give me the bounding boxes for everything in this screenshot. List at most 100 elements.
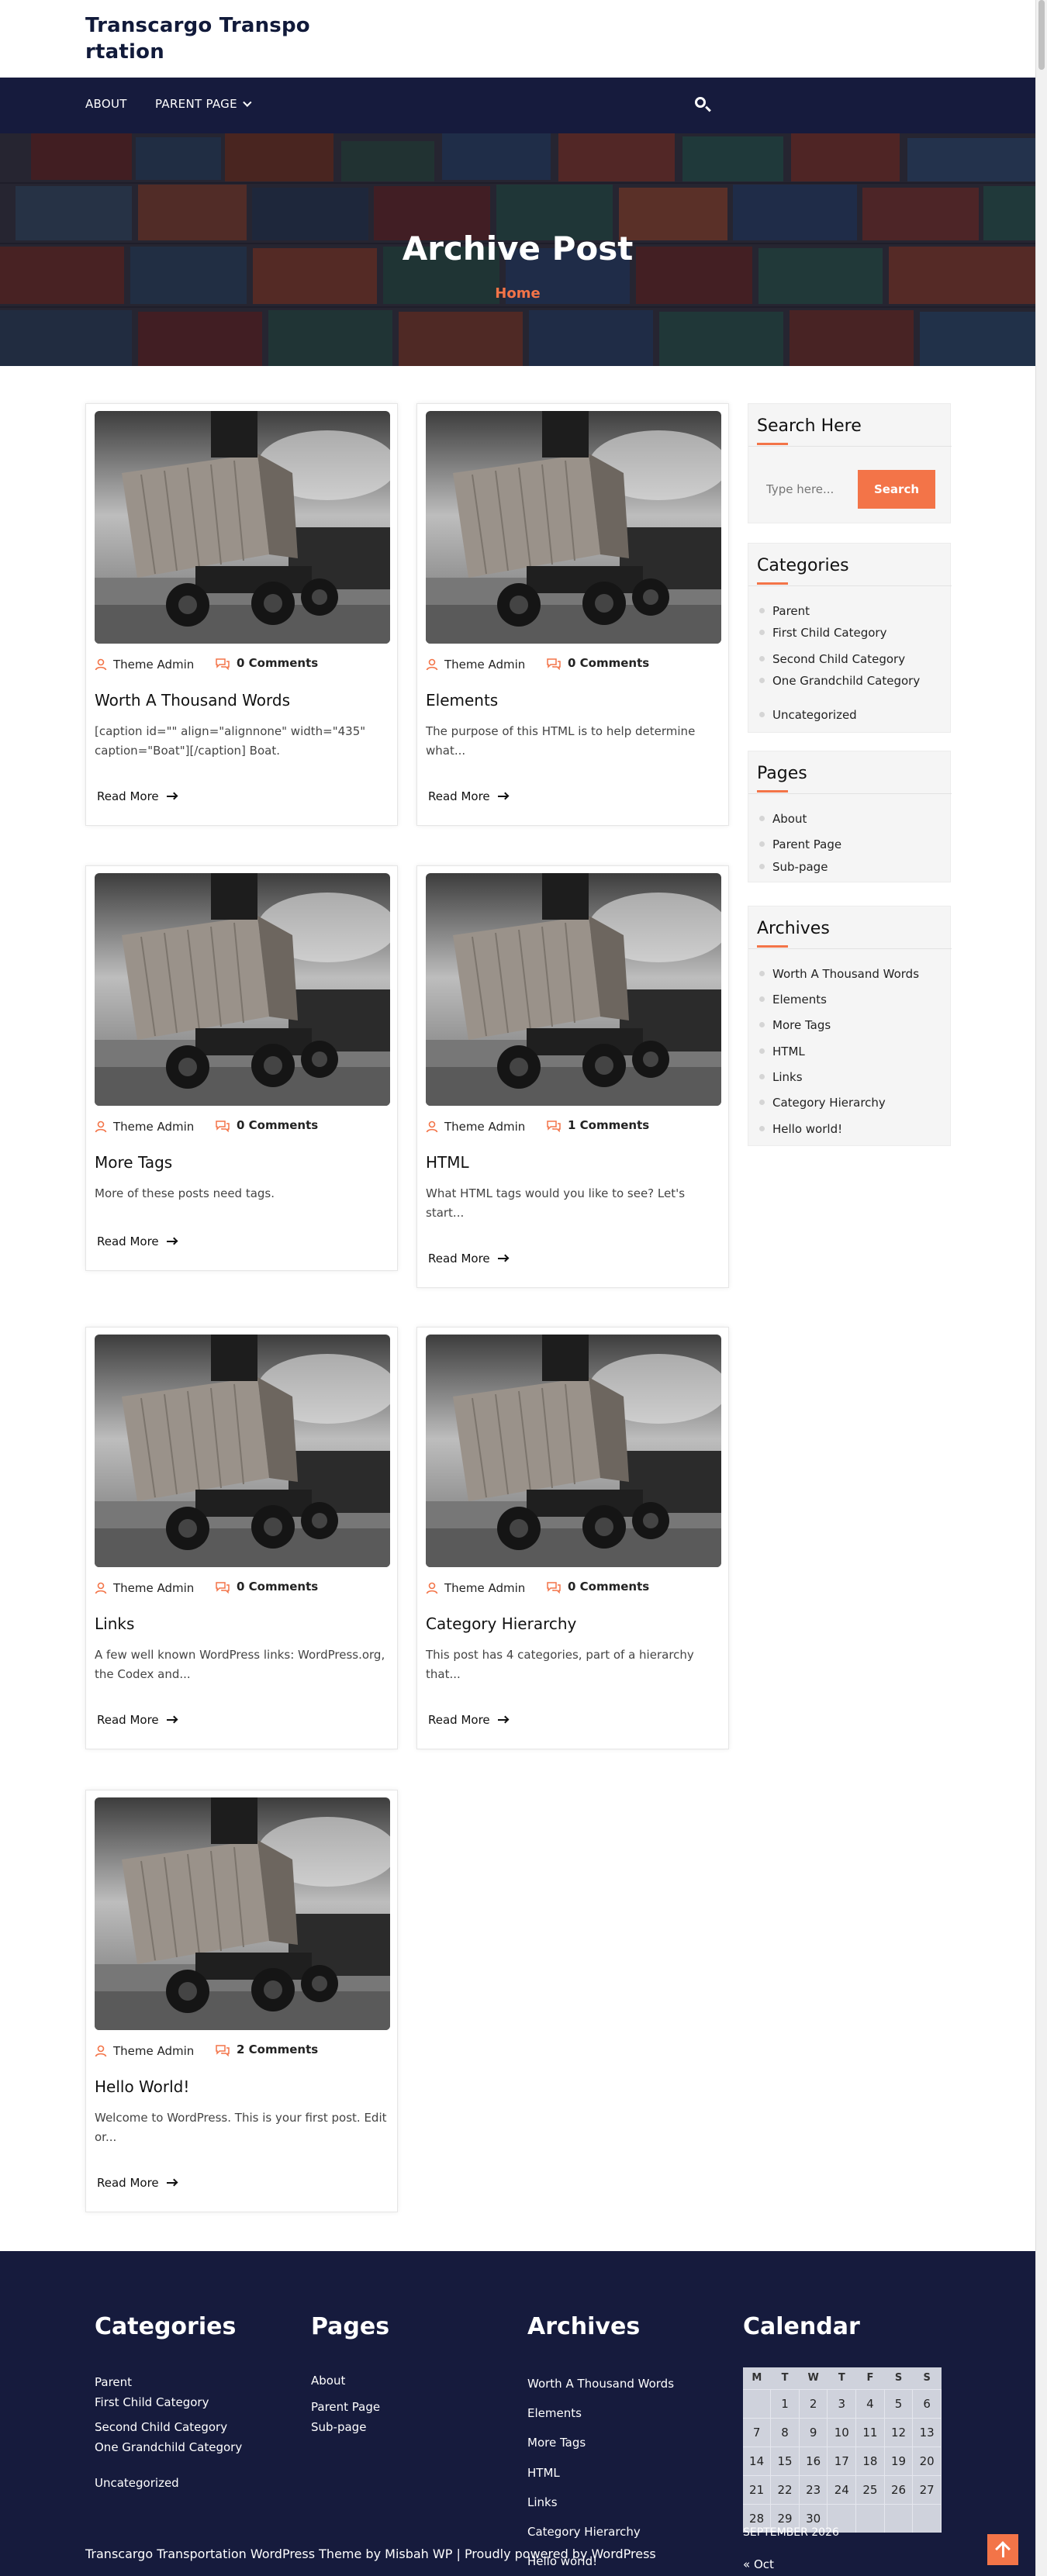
post-excerpt: This post has 4 categories, part of a hi… [426,1648,694,1681]
archive-link-label: More Tags [772,1018,831,1032]
footer-page-link-label: About [311,2374,346,2388]
post-thumbnail[interactable] [426,411,721,644]
read-more-link[interactable]: Read More [97,1713,176,1727]
post-author[interactable]: Theme Admin [444,1581,525,1595]
site-footer: Categories Pages Archives Calendar Paren… [0,2251,1035,2576]
search-icon[interactable] [693,95,713,115]
post-comments[interactable]: 0 Comments [568,656,649,670]
post-comments[interactable]: 0 Comments [237,1580,318,1594]
site-title[interactable]: Transcargo Transpo rtation [85,12,310,65]
post-author[interactable]: Theme Admin [113,2044,194,2058]
footer-category-item[interactable]: Second Child Category [95,2420,227,2434]
post-comments[interactable]: 0 Comments [237,656,318,670]
post-title[interactable]: Worth A Thousand Words [95,691,390,710]
post-title[interactable]: Category Hierarchy [426,1614,721,1633]
footer-archive-link-item[interactable]: Category Hierarchy [527,2525,641,2539]
post-author[interactable]: Theme Admin [444,658,525,672]
category-label: One Grandchild Category [772,674,921,688]
post-thumbnail[interactable] [95,873,390,1106]
footer-archive-link-item[interactable]: HTML [527,2466,560,2480]
footer-category-item[interactable]: Uncategorized [95,2476,179,2490]
page-link-item[interactable]: Sub-page [759,860,828,874]
post-comments[interactable]: 0 Comments [568,1580,649,1594]
calendar-day: 18 [855,2446,885,2475]
post-author[interactable]: Theme Admin [113,1120,194,1134]
archive-link-item[interactable]: Hello world! [759,1122,842,1136]
post-title[interactable]: More Tags [95,1153,390,1172]
page-link-label: About [772,812,807,826]
footer-category-item[interactable]: First Child Category [95,2395,209,2409]
bullet-icon [759,971,765,976]
footer-page-link-item[interactable]: About [311,2374,345,2388]
archive-link-item[interactable]: Links [759,1070,803,1084]
widget-underline [757,443,788,445]
post-author[interactable]: Theme Admin [444,1120,525,1134]
footer-category-item[interactable]: Parent [95,2375,132,2389]
read-more-link[interactable]: Read More [428,789,507,803]
post-author[interactable]: Theme Admin [113,1581,194,1595]
post-meta: Theme Admin 0 Comments [426,656,721,675]
footer-category-item[interactable]: One Grandchild Category [95,2440,242,2454]
footer-category-label: One Grandchild Category [95,2440,243,2454]
footer-page-link-item[interactable]: Parent Page [311,2400,380,2414]
post-title[interactable]: Hello World! [95,2077,390,2096]
footer-archive-link-item[interactable]: More Tags [527,2436,586,2450]
archive-link-label: Elements [772,993,827,1007]
post-title[interactable]: HTML [426,1153,721,1172]
footer-archive-link-item[interactable]: Worth A Thousand Words [527,2377,674,2391]
archive-link-item[interactable]: Category Hierarchy [759,1096,886,1110]
read-more-link[interactable]: Read More [97,2176,176,2190]
post-title[interactable]: Links [95,1614,390,1633]
widget-underline [757,790,788,792]
post-comments[interactable]: 2 Comments [237,2042,318,2056]
search-button[interactable]: Search [858,470,935,509]
archive-link-item[interactable]: Elements [759,993,827,1007]
archive-link-label: Links [772,1070,803,1084]
footer-archive-link-item[interactable]: Elements [527,2406,582,2420]
calendar-prev-link[interactable]: « Oct [743,2557,774,2571]
post-thumbnail[interactable] [426,873,721,1106]
read-more-link[interactable]: Read More [97,789,176,803]
archive-link-item[interactable]: More Tags [759,1018,831,1032]
read-more-link[interactable]: Read More [428,1713,507,1727]
page-link-item[interactable]: About [759,812,807,826]
calendar-weekday: F [866,2372,874,2384]
read-more-link[interactable]: Read More [97,1234,176,1248]
footer-archive-link-label: Elements [527,2406,582,2420]
arrow-up-icon[interactable] [987,2534,1018,2565]
post-meta: Theme Admin 1 Comments [426,1118,721,1137]
archive-link-item[interactable]: Worth A Thousand Words [759,967,919,981]
archive-link-item[interactable]: HTML [759,1045,805,1058]
post-thumbnail[interactable] [95,1797,390,2030]
vertical-scrollbar[interactable] [1035,0,1047,2576]
category-item[interactable]: Parent [759,604,810,618]
post-comments[interactable]: 1 Comments [568,1118,649,1132]
category-item[interactable]: Uncategorized [759,708,857,722]
category-item[interactable]: One Grandchild Category [759,674,920,688]
comment-icon [216,2045,230,2056]
read-more-label: Read More [428,1252,490,1266]
post-author[interactable]: Theme Admin [113,658,194,672]
category-item[interactable]: Second Child Category [759,652,905,666]
calendar-day [743,2388,772,2418]
nav-about[interactable]: ABOUT [85,97,127,111]
post-comments[interactable]: 0 Comments [237,1118,318,1132]
post-thumbnail[interactable] [95,411,390,644]
post-excerpt: The purpose of this HTML is to help dete… [426,724,696,758]
user-icon [426,658,438,671]
chevron-down-icon [243,98,252,107]
calendar-day: 22 [770,2474,800,2504]
post-title[interactable]: Elements [426,691,721,710]
search-input[interactable] [757,470,858,509]
widget-underline [757,582,788,585]
category-item[interactable]: First Child Category [759,626,886,640]
footer-archive-link-item[interactable]: Links [527,2495,558,2509]
footer-page-link-item[interactable]: Sub-page [311,2420,366,2434]
bullet-icon [759,608,765,613]
page-link-item[interactable]: Parent Page [759,837,841,851]
post-thumbnail[interactable] [95,1335,390,1567]
post-thumbnail[interactable] [426,1335,721,1567]
breadcrumb-home[interactable]: Home [0,285,1035,302]
read-more-link[interactable]: Read More [428,1252,507,1266]
nav-parent-page[interactable]: PARENT PAGE [155,97,252,111]
